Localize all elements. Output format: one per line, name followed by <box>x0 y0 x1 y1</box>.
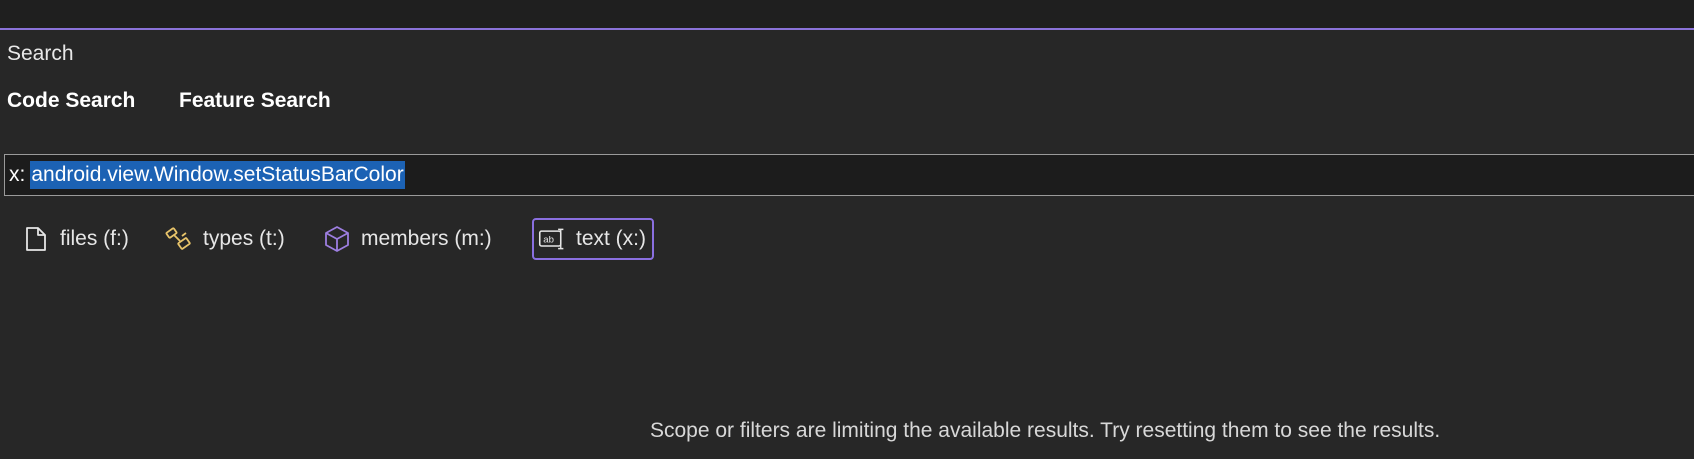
types-icon <box>165 225 193 253</box>
filter-files-label: files (f:) <box>60 227 129 250</box>
cube-icon <box>323 225 351 253</box>
file-icon <box>22 225 50 253</box>
filter-types[interactable]: types (t:) <box>165 218 285 260</box>
filter-text[interactable]: ab text (x:) <box>532 218 655 260</box>
filter-members-label: members (m:) <box>361 227 492 250</box>
query-prefix: x: <box>9 163 26 186</box>
empty-results-message: Scope or filters are limiting the availa… <box>650 419 1441 442</box>
tab-code-search[interactable]: Code Search <box>7 90 135 111</box>
filter-text-label: text (x:) <box>576 227 647 250</box>
query-selected-text: android.view.Window.setStatusBarColor <box>30 161 405 189</box>
panel-title: Search <box>7 42 74 65</box>
svg-text:ab: ab <box>543 235 554 246</box>
filter-files[interactable]: files (f:) <box>22 218 129 260</box>
search-panel: Search Code Search Feature Search x: and… <box>0 32 1694 459</box>
text-field-icon: ab <box>538 225 566 253</box>
filter-members[interactable]: members (m:) <box>323 218 492 260</box>
tab-feature-search[interactable]: Feature Search <box>179 90 331 111</box>
search-input[interactable]: x: android.view.Window.setStatusBarColor <box>4 154 1694 196</box>
title-bar-strip <box>0 0 1694 30</box>
filter-types-label: types (t:) <box>203 227 285 250</box>
